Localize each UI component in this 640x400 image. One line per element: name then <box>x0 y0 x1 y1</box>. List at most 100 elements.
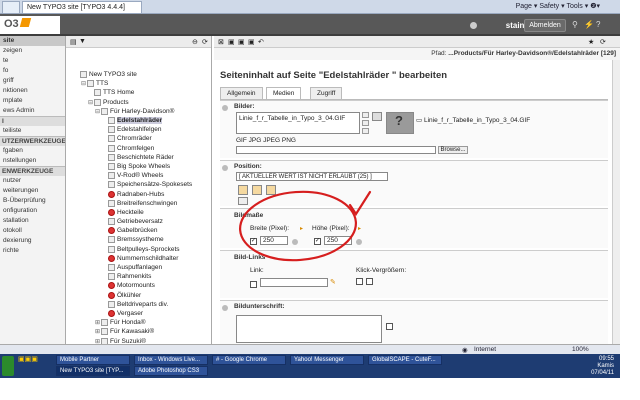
tree-node[interactable]: ⊞ Für Kawasaki® <box>66 327 211 336</box>
undo-icon[interactable]: ↶ <box>258 38 264 46</box>
tab-allgemein[interactable]: Allgemein <box>220 87 263 99</box>
module-item[interactable]: teiliste <box>0 126 65 136</box>
tree-node-label[interactable]: Heckteile <box>117 209 144 216</box>
hoehe-input[interactable]: 250 <box>324 236 352 245</box>
tree-node-label[interactable]: TTS Home <box>103 89 134 96</box>
hidden-page-icon[interactable] <box>108 291 115 299</box>
help-position-icon[interactable] <box>222 165 228 171</box>
page-icon[interactable] <box>108 144 115 152</box>
page-icon[interactable] <box>108 218 115 226</box>
tree-node-label[interactable]: Chromräder <box>117 135 152 142</box>
tree-node[interactable]: Bremssystheme <box>66 235 211 244</box>
browser-command-bar[interactable]: Page ▾ Safety ▾ Tools ▾ ❷▾ <box>516 2 600 10</box>
module-item[interactable]: dexierung <box>0 236 65 246</box>
position-above-center-icon[interactable] <box>238 185 248 195</box>
module-item[interactable]: nktionen <box>0 86 65 96</box>
tree-node-label[interactable]: Big Spoke Wheels <box>117 163 170 170</box>
tree-node-label[interactable]: Speichensätze-Spokesets <box>117 181 192 188</box>
tree-node[interactable]: Beltpulleys-Sprockets <box>66 245 211 254</box>
save-icon[interactable]: ▣ <box>228 38 235 46</box>
module-item[interactable]: griff <box>0 76 65 86</box>
move-up-icon[interactable] <box>362 112 369 118</box>
browse-file-icon[interactable] <box>362 120 369 126</box>
tree-node[interactable]: Ölkühler <box>66 291 211 300</box>
klick-checkbox[interactable] <box>356 278 363 285</box>
tree-node[interactable]: Getriebeversatz <box>66 217 211 226</box>
tree-node-label[interactable]: Bremssystheme <box>117 236 164 243</box>
module-item[interactable]: B-Überprüfung <box>0 196 65 206</box>
tree-node[interactable]: ⊞ Für Suzuki® <box>66 336 211 344</box>
tree-node-label[interactable]: V-Rod® Wheels <box>117 172 163 179</box>
taskbar-window-button[interactable]: New TYPO3 site [TYP... <box>56 366 130 376</box>
position-above-right-icon[interactable] <box>252 185 262 195</box>
tree-node[interactable]: Radnaben-Hubs <box>66 189 211 198</box>
position-below-icon[interactable] <box>238 197 248 205</box>
page-icon[interactable] <box>108 245 115 253</box>
page-icon[interactable] <box>108 172 115 180</box>
file-upload-field[interactable] <box>236 146 436 154</box>
hoehe-checkbox[interactable]: ✓ <box>314 238 321 245</box>
page-icon[interactable] <box>108 236 115 244</box>
browse-button[interactable]: Browse... <box>438 146 468 154</box>
caption-resize-icon[interactable] <box>386 323 393 330</box>
breite-input[interactable]: 250 <box>260 236 288 245</box>
page-icon[interactable] <box>108 264 115 272</box>
page-icon[interactable] <box>108 117 115 125</box>
refresh-doc-icon[interactable]: ⟳ <box>600 38 606 46</box>
image-list-item[interactable]: Linie_f_r_Tabelle_in_Typo_3_04.GIF <box>239 115 345 122</box>
browser-tab-active[interactable]: New TYPO3 site [TYPO3 4.4.4] <box>22 1 142 13</box>
cache-icon[interactable]: ⚡ <box>584 20 594 29</box>
tree-node[interactable]: ⊟ TTS <box>66 79 211 88</box>
search-icon[interactable]: ⚲ <box>572 20 578 29</box>
taskbar-window-button[interactable]: Mobile Partner <box>56 355 130 365</box>
tree-node-label[interactable]: Für Honda® <box>110 319 146 326</box>
tree-node-label[interactable]: Chromfelgen <box>117 145 154 152</box>
help-caption-icon[interactable] <box>222 305 228 311</box>
page-icon[interactable] <box>108 126 115 134</box>
save-view-icon[interactable]: ▣ <box>238 38 245 46</box>
module-item[interactable]: nutzer <box>0 176 65 186</box>
hidden-page-icon[interactable] <box>108 190 115 198</box>
tree-node[interactable]: Edelstahlfelgen <box>66 125 211 134</box>
tree-node-label[interactable]: Motormounts <box>117 282 155 289</box>
module-item[interactable]: otokoll <box>0 226 65 236</box>
hidden-page-icon[interactable] <box>108 208 115 216</box>
hidden-page-icon[interactable] <box>108 282 115 290</box>
tree-node-label[interactable]: Nummernschildhalter <box>117 255 178 262</box>
page-icon[interactable] <box>80 71 87 79</box>
tree-node[interactable]: TTS Home <box>66 88 211 97</box>
tree-node[interactable]: Edelstahlräder <box>66 116 211 125</box>
link-checkbox[interactable] <box>250 281 257 288</box>
page-icon[interactable] <box>101 328 108 336</box>
tree-node-label[interactable]: Gabelbrücken <box>117 227 157 234</box>
hidden-page-icon[interactable] <box>108 309 115 317</box>
tree-node-label[interactable]: Radnaben-Hubs <box>117 191 164 198</box>
page-icon[interactable] <box>101 319 108 327</box>
link-input[interactable] <box>260 278 328 287</box>
page-icon[interactable] <box>108 181 115 189</box>
tree-node-label[interactable]: Auspuffanlagen <box>117 264 162 271</box>
page-icon[interactable] <box>108 162 115 170</box>
tree-node[interactable]: Breitreifenschwingen <box>66 199 211 208</box>
module-item[interactable]: zeigen <box>0 46 65 56</box>
taskbar-window-button[interactable]: Yahoo! Messenger <box>290 355 364 365</box>
hidden-page-icon[interactable] <box>108 227 115 235</box>
start-button[interactable] <box>2 356 14 376</box>
tree-node[interactable]: Speichensätze-Spokesets <box>66 180 211 189</box>
page-icon[interactable] <box>108 300 115 308</box>
tree-node[interactable]: New TYPO3 site <box>66 70 211 79</box>
tree-node[interactable]: Nummernschildhalter <box>66 254 211 263</box>
tree-node-label[interactable]: TTS <box>96 80 108 87</box>
klick-toggle[interactable] <box>366 278 373 285</box>
breite-help-icon[interactable] <box>292 239 298 245</box>
tree-node[interactable]: Motormounts <box>66 281 211 290</box>
taskbar-window-button[interactable]: GlobalSCAPE - CuteF... <box>368 355 442 365</box>
tree-node-label[interactable]: Edelstahlfelgen <box>117 126 161 133</box>
help-icon[interactable]: ? <box>596 20 600 29</box>
module-item[interactable]: stallation <box>0 216 65 226</box>
page-icon[interactable] <box>108 153 115 161</box>
tree-node[interactable]: Beschichtete Räder <box>66 153 211 162</box>
zoom-label[interactable]: 100% <box>572 346 589 353</box>
tree-node-label[interactable]: Getriebeversatz <box>117 218 163 225</box>
hoehe-help-icon[interactable] <box>356 239 362 245</box>
